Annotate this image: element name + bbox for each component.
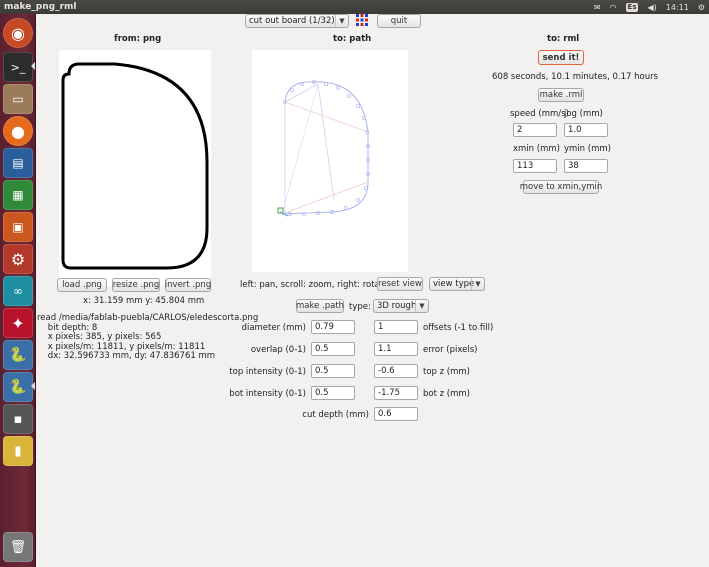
dash-icon[interactable]: ◉ bbox=[3, 18, 33, 48]
png-preview-shape bbox=[61, 62, 209, 270]
reset-view-button[interactable]: reset view bbox=[377, 277, 423, 291]
resize-png-button[interactable]: resize .png bbox=[112, 278, 160, 292]
type-select-value: 3D rough bbox=[377, 301, 417, 311]
wifi-icon[interactable]: ◠ bbox=[610, 3, 617, 12]
png-info: read /media/fablab-puebla/CARLOS/eledesc… bbox=[37, 313, 258, 362]
speed-label: speed (mm/s) bbox=[510, 109, 569, 119]
top-intensity-label: top intensity (0-1) bbox=[229, 367, 306, 377]
png-info-line: dx: 32.596733 mm, dy: 47.836761 mm bbox=[37, 351, 216, 361]
overlap-label: overlap (0-1) bbox=[250, 345, 306, 355]
send-it-button[interactable]: send it! bbox=[538, 50, 584, 65]
mail-icon[interactable]: ✉ bbox=[594, 3, 601, 12]
chevron-down-icon: ▼ bbox=[415, 300, 428, 312]
offsets-label: offsets (-1 to fill) bbox=[423, 323, 494, 333]
bot-z-label: bot z (mm) bbox=[423, 389, 470, 399]
board-select[interactable]: cut out board (1/32) ▼ bbox=[245, 14, 349, 28]
drive-icon[interactable]: ▮ bbox=[3, 436, 33, 466]
launcher: ◉ >_ ▭ ● ▤ ▦ ▣ ⚙ ∞ ✦ 🐍 🐍 ▪ ▮ 🗑 bbox=[0, 14, 36, 567]
error-input[interactable]: 1.1 bbox=[374, 342, 418, 356]
overlap-input[interactable]: 0.5 bbox=[311, 342, 355, 356]
top-intensity-input[interactable]: 0.5 bbox=[311, 364, 355, 378]
jog-label: jog (mm) bbox=[564, 109, 603, 119]
ymin-input[interactable]: 38 bbox=[564, 159, 608, 173]
path-panel-header: to: path bbox=[333, 34, 372, 44]
python-icon-2[interactable]: 🐍 bbox=[3, 372, 33, 402]
python-icon[interactable]: 🐍 bbox=[3, 340, 33, 370]
type-select[interactable]: 3D rough ▼ bbox=[373, 299, 429, 313]
app-window: cut out board (1/32) ▼ quit from: png lo… bbox=[37, 14, 709, 567]
top-z-input[interactable]: -0.6 bbox=[374, 364, 418, 378]
load-png-button[interactable]: load .png bbox=[57, 278, 107, 292]
top-panel: make_png_rml ✉ ◠ Es ◀) 14:11 ⚙ bbox=[0, 0, 709, 14]
error-label: error (pixels) bbox=[423, 345, 478, 355]
ymin-label: ymin (mm) bbox=[564, 144, 611, 154]
quit-button[interactable]: quit bbox=[377, 14, 421, 28]
path-view-canvas[interactable] bbox=[252, 50, 408, 272]
clock[interactable]: 14:11 bbox=[666, 3, 689, 12]
grid-icon[interactable] bbox=[356, 14, 368, 26]
toolpath-drawing bbox=[277, 79, 371, 217]
cursor-coords: x: 31.159 mm y: 45.804 mm bbox=[83, 296, 205, 306]
calc-icon[interactable]: ▦ bbox=[3, 180, 33, 210]
make-rml-button[interactable]: make .rml bbox=[538, 88, 584, 102]
keyboard-layout-indicator[interactable]: Es bbox=[625, 2, 639, 12]
impress-icon[interactable]: ▣ bbox=[3, 212, 33, 242]
settings-icon[interactable]: ⚙ bbox=[3, 244, 33, 274]
window-title: make_png_rml bbox=[4, 2, 77, 12]
jog-input[interactable]: 1.0 bbox=[564, 123, 608, 137]
writer-icon[interactable]: ▤ bbox=[3, 148, 33, 178]
view-type-value: view type bbox=[433, 279, 475, 289]
speed-input[interactable]: 2 bbox=[513, 123, 557, 137]
trash-icon[interactable]: 🗑 bbox=[3, 532, 33, 562]
xmin-label: xmin (mm) bbox=[513, 144, 560, 154]
xmin-input[interactable]: 113 bbox=[513, 159, 557, 173]
view-type-select[interactable]: view type ▼ bbox=[429, 277, 485, 291]
floppy-icon[interactable]: ▪ bbox=[3, 404, 33, 434]
system-tray: ✉ ◠ Es ◀) 14:11 ⚙ bbox=[594, 0, 705, 14]
time-estimate: 608 seconds, 10.1 minutes, 0.17 hours bbox=[492, 72, 659, 82]
gear-icon[interactable]: ⚙ bbox=[698, 3, 705, 12]
diameter-label: diameter (mm) bbox=[241, 323, 306, 333]
app-icon[interactable]: ✦ bbox=[3, 308, 33, 338]
invert-png-button[interactable]: invert .png bbox=[165, 278, 211, 292]
firefox-icon[interactable]: ● bbox=[3, 116, 33, 146]
chevron-down-icon: ▼ bbox=[471, 278, 484, 290]
diameter-input[interactable]: 0.79 bbox=[311, 320, 355, 334]
arduino-icon[interactable]: ∞ bbox=[3, 276, 33, 306]
offsets-input[interactable]: 1 bbox=[374, 320, 418, 334]
make-path-button[interactable]: make .path bbox=[296, 299, 344, 313]
move-to-xmin-ymin-button[interactable]: move to xmin,ymin bbox=[520, 180, 602, 194]
png-preview-canvas[interactable] bbox=[59, 50, 211, 286]
png-panel-header: from: png bbox=[114, 34, 162, 44]
chevron-down-icon: ▼ bbox=[335, 15, 348, 27]
board-select-value: cut out board (1/32) bbox=[249, 16, 335, 26]
volume-icon[interactable]: ◀) bbox=[647, 3, 656, 12]
bot-intensity-label: bot intensity (0-1) bbox=[229, 389, 306, 399]
files-icon[interactable]: ▭ bbox=[3, 84, 33, 114]
cut-depth-input[interactable]: 0.6 bbox=[374, 407, 418, 421]
running-indicator bbox=[31, 382, 35, 390]
top-z-label: top z (mm) bbox=[423, 367, 470, 377]
type-label: type: bbox=[349, 302, 371, 312]
cut-depth-label: cut depth (mm) bbox=[302, 410, 369, 420]
view-hint: left: pan, scroll: zoom, right: rotate bbox=[240, 280, 389, 290]
active-app-indicator bbox=[31, 62, 35, 70]
terminal-icon[interactable]: >_ bbox=[3, 52, 33, 82]
rml-panel-header: to: rml bbox=[547, 34, 580, 44]
bot-intensity-input[interactable]: 0.5 bbox=[311, 386, 355, 400]
bot-z-input[interactable]: -1.75 bbox=[374, 386, 418, 400]
